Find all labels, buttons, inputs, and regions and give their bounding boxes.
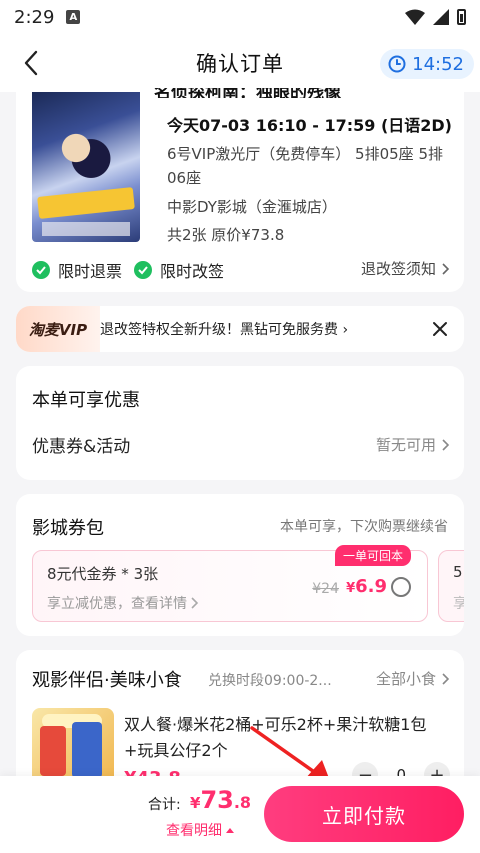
refund-rules-label: 退改签须知 — [360, 260, 436, 278]
bottom-bar: 合计: ¥73.8 查看明细 立即付款 — [0, 776, 480, 853]
snack-hint: 兑换时段09:00-2... — [208, 673, 332, 689]
snack-title: 观影伴侣·美味小食 — [32, 670, 182, 691]
hall-seats: 6号VIP激光厅（免费停车） 5排05座 5排06座 — [167, 145, 443, 187]
check-circle-icon — [134, 261, 152, 279]
cinema-name: 中影DY影城（金滙城店） — [167, 198, 337, 216]
coupon-detail-link[interactable]: 享立减优惠，查看详情 — [47, 593, 199, 613]
chevron-right-icon — [442, 672, 450, 685]
view-detail-label: 查看明细 — [166, 823, 222, 839]
coupon-name: 8元代金券 * 3张 — [47, 565, 159, 583]
total-label: 合计: — [148, 797, 181, 813]
total-integer: 73 — [200, 786, 234, 814]
battery-icon — [457, 9, 466, 25]
coupon-pack-note: 本单可享，下次购票继续省 — [280, 519, 448, 535]
coupon-new-price: ¥6.9 — [346, 576, 387, 597]
coupon-next-desc: 享 — [453, 596, 464, 612]
coupon-next-name: 5 — [453, 563, 463, 581]
total-currency: ¥ — [190, 794, 201, 812]
clock-icon — [388, 55, 406, 73]
page-header: 确认订单 14:52 — [0, 34, 480, 92]
all-snacks-label: 全部小食 — [375, 670, 436, 688]
wifi-icon — [405, 9, 425, 25]
coupon-activity-status: 暂无可用 — [375, 436, 436, 454]
chevron-right-icon — [191, 597, 199, 609]
check-circle-icon — [32, 261, 50, 279]
chevron-right-icon — [442, 438, 450, 451]
caret-up-icon — [226, 828, 234, 833]
countdown-timer: 14:52 — [380, 49, 474, 79]
total-amount: ¥73.8 — [190, 786, 251, 814]
coupon-item-next[interactable]: 5 享 — [438, 550, 464, 622]
change-tag-label: 限时改签 — [160, 262, 225, 281]
coupon-item[interactable]: 8元代金券 * 3张 享立减优惠，查看详情 一单可回本 ¥24 ¥6.9 — [32, 545, 428, 622]
refund-tag-label: 限时退票 — [58, 262, 123, 281]
coupon-price-currency: ¥ — [346, 581, 356, 596]
page-title: 确认订单 — [196, 52, 284, 76]
back-button[interactable] — [20, 48, 44, 78]
total-decimal: .8 — [233, 793, 252, 812]
coupon-activity-value[interactable]: 暂无可用 — [376, 434, 450, 455]
notification-a-icon: A — [66, 10, 81, 24]
ticket-count: 共2张 原价¥73.8 — [167, 226, 285, 244]
chevron-left-icon — [24, 50, 38, 76]
refund-rules-link[interactable]: 退改签须知 — [361, 258, 450, 279]
movie-poster — [32, 92, 140, 242]
discount-card: 本单可享优惠 优惠券&活动 暂无可用 — [16, 366, 464, 480]
coupon-pack-card: 影城券包 本单可享，下次购票继续省 8元代金券 * 3张 享立减优惠，查看详情 … — [16, 494, 464, 636]
status-right — [405, 9, 466, 25]
close-icon[interactable] — [430, 319, 450, 339]
status-time: 2:29 — [14, 6, 55, 28]
chevron-right-icon — [442, 262, 450, 275]
vip-banner-text: 退改签特权全新升级！黑钻可免服务费 › — [100, 322, 349, 338]
all-snacks-link[interactable]: 全部小食 — [376, 668, 450, 689]
coupon-activity-label[interactable]: 优惠券&活动 — [32, 432, 130, 457]
coupon-pack-title: 影城券包 — [32, 518, 104, 539]
coupon-badge: 一单可回本 — [334, 545, 411, 566]
refund-tag: 限时退票 — [32, 258, 122, 282]
coupon-old-price: ¥24 — [312, 581, 339, 597]
pay-now-button[interactable]: 立即付款 — [264, 786, 464, 842]
timer-value: 14:52 — [412, 53, 464, 75]
coupon-desc: 享立减优惠，查看详情 — [47, 596, 187, 612]
movie-title: 名侦探柯南：独眼的残像 — [154, 88, 341, 98]
coupon-select-radio[interactable] — [391, 577, 411, 597]
vip-logo: 淘麦VIP — [16, 306, 100, 352]
change-tag: 限时改签 — [134, 258, 224, 282]
discount-title: 本单可享优惠 — [32, 390, 140, 411]
snack-name: 双人餐·爆米花2桶+可乐2杯+果汁软糖1包+玩具公仔2个 — [124, 715, 427, 760]
signal-icon — [433, 9, 449, 25]
showtime: 今天07-03 16:10 - 17:59 (日语2D) — [167, 116, 452, 135]
status-bar: 2:29 A — [0, 0, 480, 34]
coupon-price-value: 6.9 — [355, 576, 387, 597]
movie-info-card: 名侦探柯南：独眼的残像 今天07-03 16:10 - 17:59 (日语2D)… — [16, 88, 464, 292]
vip-banner[interactable]: 淘麦VIP 退改签特权全新升级！黑钻可免服务费 › — [16, 306, 464, 352]
view-detail-link[interactable]: 查看明细 — [166, 820, 234, 840]
